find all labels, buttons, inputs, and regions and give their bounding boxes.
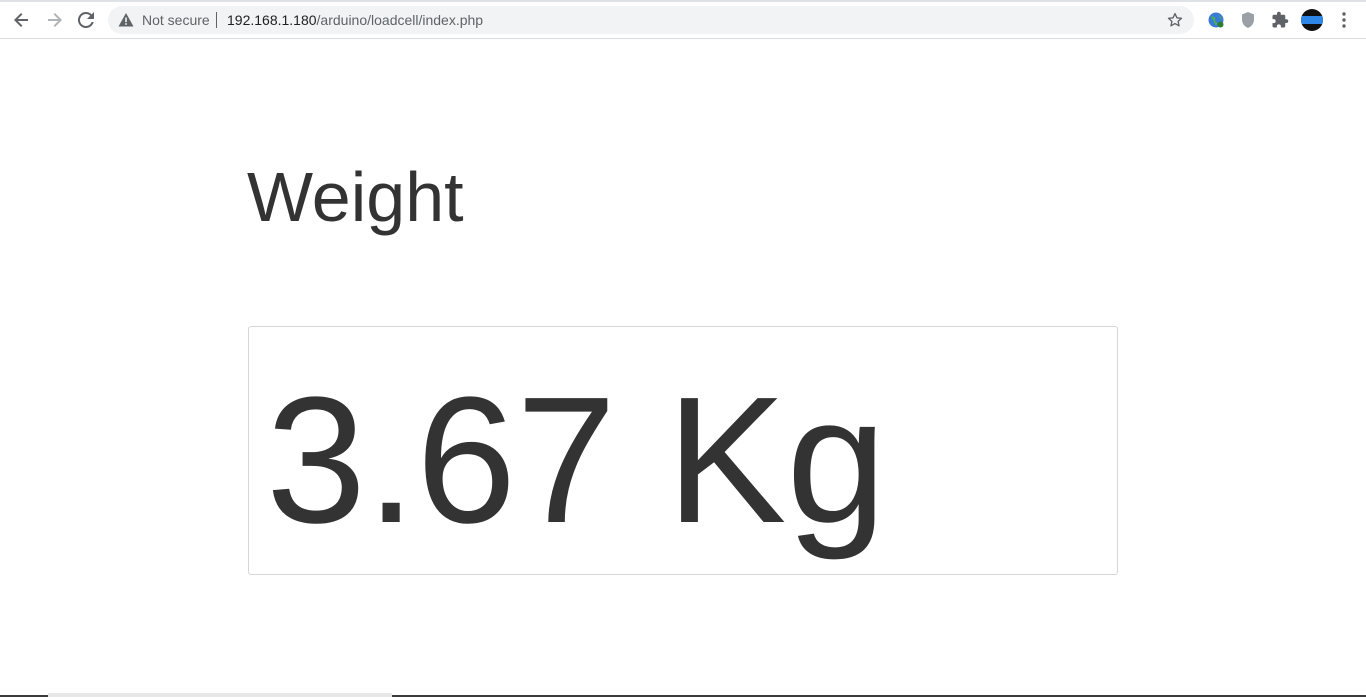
extension-globe-button[interactable] [1206, 10, 1226, 30]
url-text[interactable]: 192.168.1.180/arduino/loadcell/index.php [227, 12, 483, 28]
browser-toolbar: Not secure 192.168.1.180/arduino/loadcel… [0, 0, 1366, 39]
url-path: /arduino/loadcell/index.php [316, 12, 484, 28]
security-status-label[interactable]: Not secure [142, 12, 210, 28]
globe-icon [1208, 12, 1224, 28]
forward-button[interactable] [40, 6, 68, 34]
back-button[interactable] [8, 6, 36, 34]
tab-strip [0, 0, 1366, 2]
star-icon[interactable] [1166, 11, 1184, 29]
address-separator [216, 12, 217, 28]
reload-icon [78, 12, 94, 28]
arrow-left-icon [14, 13, 28, 27]
avatar[interactable] [1301, 9, 1323, 31]
reload-button[interactable] [72, 6, 100, 34]
extension-shield-button[interactable] [1238, 10, 1258, 30]
arrow-right-icon [48, 13, 62, 27]
extensions-button[interactable] [1270, 10, 1290, 30]
taskbar-highlight [48, 693, 392, 697]
avatar-image [1301, 16, 1323, 24]
address-bar[interactable]: Not secure 192.168.1.180/arduino/loadcel… [108, 6, 1194, 34]
weight-reading: 3.67 Kg [266, 360, 887, 561]
puzzle-icon [1272, 11, 1289, 28]
page-content: Weight 3.67 Kg [0, 39, 1366, 697]
url-host: 192.168.1.180 [227, 12, 317, 28]
page-title: Weight [247, 158, 464, 236]
weight-display-panel: 3.67 Kg [248, 326, 1118, 575]
shield-icon [1242, 12, 1254, 28]
kebab-menu-icon[interactable] [1336, 10, 1352, 30]
warning-triangle-icon [118, 13, 134, 27]
